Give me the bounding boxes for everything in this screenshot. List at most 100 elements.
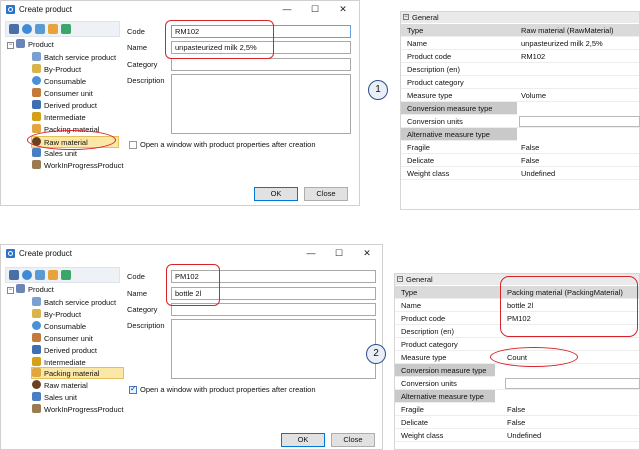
prop-row-conversion-units[interactable]: Conversion units [395,377,640,390]
tree-item-consumer-unit[interactable]: Consumer unit [32,333,93,345]
tree-item-raw-material[interactable]: Raw material [32,380,88,392]
ok-button[interactable]: OK [254,187,298,201]
open-properties-checkbox[interactable] [129,384,137,394]
tree-expander[interactable]: − [7,287,14,294]
prop-row-conversion-measure-type[interactable]: Conversion measure type [395,364,495,377]
open-properties-label: Open a window with product properties af… [140,140,316,149]
tree-item-product[interactable]: Product [16,39,54,51]
derived-product-icon [32,100,41,109]
prop-row-delicate[interactable]: Delicate False [401,154,639,167]
close-button[interactable]: Close [304,187,348,201]
tree-item-by-product[interactable]: By-Product [32,309,81,321]
code-label: Code [127,272,145,281]
prop-row-type[interactable]: Type Raw material (RawMaterial) [401,24,639,37]
prop-row-product-category[interactable]: Product category [401,76,639,89]
tree-item-work-in-progress-product[interactable]: WorkInProgressProduct [32,160,123,172]
close-window-button[interactable]: ✕ [329,1,357,17]
tree-item-consumable[interactable]: Consumable [32,321,86,333]
tree-item-work-in-progress-product[interactable]: WorkInProgressProduct [32,404,123,416]
folder-icon[interactable] [48,270,58,280]
tree-item-intermediate[interactable]: Intermediate [32,112,86,124]
tree-item-batch-service-product[interactable]: Batch service product [32,297,116,309]
service-icon [32,297,41,306]
prop-row-alternative-measure-type[interactable]: Alternative measure type [395,390,495,403]
service-icon [32,52,41,61]
tree-item-batch-service-product[interactable]: Batch service product [32,52,116,64]
prop-row-delicate[interactable]: Delicate False [395,416,639,429]
properties-panel-1: − General Type Raw material (RawMaterial) … [400,11,640,210]
prop-row-weight-class[interactable]: Weight class Undefined [395,429,639,442]
consumer-unit-icon [32,88,41,97]
minimize-button[interactable]: — [273,1,301,17]
refresh-icon[interactable] [22,24,32,34]
maximize-button[interactable]: ☐ [301,1,329,17]
tree-item-derived-product[interactable]: Derived product [32,345,97,357]
ok-button[interactable]: OK [281,433,325,447]
prop-row-conversion-measure-type[interactable]: Conversion measure type [401,102,517,115]
open-properties-checkbox[interactable] [129,141,137,149]
tree-item-by-product[interactable]: By-Product [32,64,81,76]
save-icon[interactable] [61,270,71,280]
save-icon[interactable] [61,24,71,34]
consumable-icon [32,76,41,85]
prop-row-fragile[interactable]: Fragile False [395,403,639,416]
prop-row-conversion-units[interactable]: Conversion units [401,115,640,128]
step-badge-1: 1 [368,80,388,100]
title-bar: Create product — ☐ ✕ [1,1,359,19]
prop-row-measure-type[interactable]: Measure type Volume [401,89,639,102]
name-label: Name [127,289,148,298]
tree-item-consumer-unit[interactable]: Consumer unit [32,88,93,100]
refresh-icon[interactable] [22,270,32,280]
folder-icon[interactable] [48,24,58,34]
consumable-icon [32,321,41,330]
grid-icon[interactable] [9,24,19,34]
conversion-units-input[interactable] [519,116,640,127]
name-label: Name [127,43,148,52]
close-button[interactable]: Close [331,433,375,447]
by-product-icon [32,309,41,318]
title-bar: Create product — ☐ ✕ [1,245,382,263]
tree-item-sales-unit[interactable]: Sales unit [32,392,77,404]
conversion-units-input[interactable] [505,378,640,389]
description-textarea[interactable] [171,74,351,134]
collapse-icon[interactable]: − [403,14,409,20]
category-input[interactable] [171,58,351,71]
open-properties-label: Open a window with product properties af… [140,385,316,394]
prop-row-weight-class[interactable]: Weight class Undefined [401,167,639,180]
prop-row-description[interactable]: Description (en) [401,63,639,76]
maximize-button[interactable]: ☐ [325,245,353,261]
tree-expander[interactable]: − [7,42,14,49]
consumer-unit-icon [32,333,41,342]
section-header-general[interactable]: − General [401,12,639,23]
prop-row-fragile[interactable]: Fragile False [401,141,639,154]
collapse-icon[interactable]: − [397,276,403,282]
work-in-progress-icon [32,404,41,413]
dialog-title: Create product [19,249,72,258]
sales-unit-icon [32,392,41,401]
app-icon [6,5,15,14]
tree-toolbar [5,21,120,37]
prop-row-product-code[interactable]: Product code RM102 [401,50,639,63]
tree-item-derived-product[interactable]: Derived product [32,100,97,112]
category-label: Category [127,305,158,314]
derived-product-icon [32,345,41,354]
tree-item-consumable[interactable]: Consumable [32,76,86,88]
prop-row-name[interactable]: Name unpasteurized milk 2,5% [401,37,639,50]
app-icon [6,249,15,258]
close-window-button[interactable]: ✕ [353,245,381,261]
prop-row-alternative-measure-type[interactable]: Alternative measure type [401,128,517,141]
minimize-button[interactable]: — [297,245,325,261]
tree-item-product[interactable]: Product [16,284,54,296]
step-badge-2: 2 [366,344,386,364]
packing-material-icon [32,124,41,133]
grid-icon[interactable] [9,270,19,280]
tree-item-packing-material[interactable]: Packing material [31,367,124,379]
copy-icon[interactable] [35,24,45,34]
annotation-measure-type-highlight [490,347,578,367]
by-product-icon [32,64,41,73]
raw-material-icon [32,380,41,389]
sales-unit-icon [32,148,41,157]
copy-icon[interactable] [35,270,45,280]
description-textarea[interactable] [171,319,376,379]
description-label: Description [127,76,165,85]
